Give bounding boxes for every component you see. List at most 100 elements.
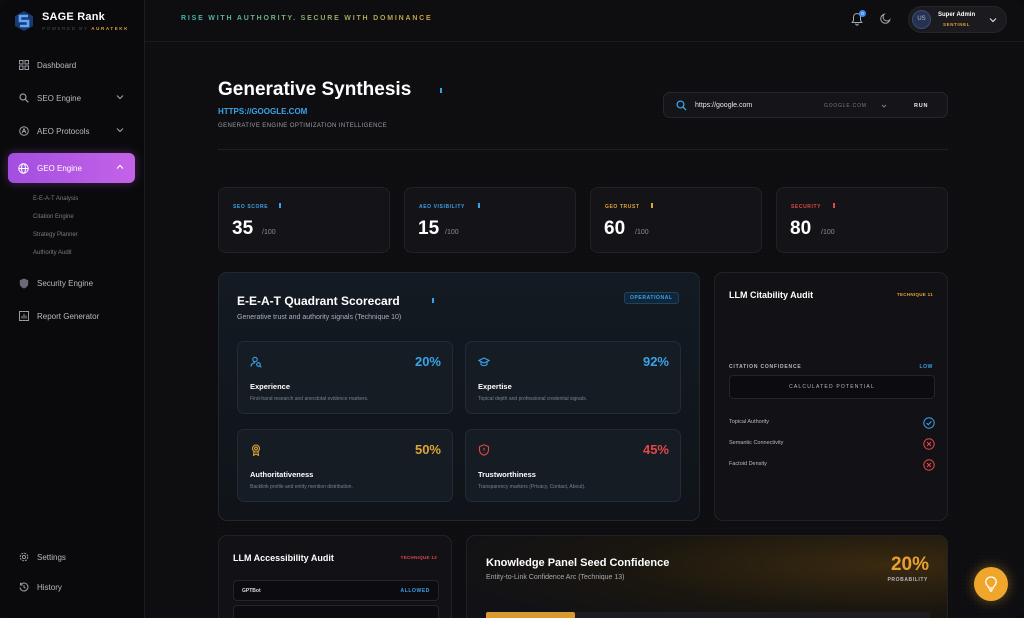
sidebar-item-label: History [37, 582, 62, 592]
kp-value-label: PROBABILITY [887, 577, 928, 583]
chart-icon [18, 311, 29, 322]
shield-icon [18, 278, 29, 289]
quadrant-title: Experience [250, 382, 291, 391]
stat-max: /100 [445, 229, 459, 236]
stat-label: AEO VISIBILITY [419, 204, 465, 210]
llm-citability-audit: LLM Citability Audit TECHNIQUE 11 CITATI… [714, 272, 948, 521]
stat-label: GEO TRUST [605, 204, 640, 210]
stat-max: /100 [821, 229, 835, 236]
quadrant-expertise[interactable]: 92% Expertise Topical depth and professi… [465, 341, 681, 414]
assistant-button[interactable] [974, 567, 1008, 601]
brand[interactable]: SAGE Rank POWERED BY AURATEKK [14, 10, 129, 32]
history-icon [18, 582, 29, 593]
search-input[interactable]: https://google.com [695, 102, 752, 109]
stat-card-geo[interactable]: GEO TRUST 60 /100 [590, 187, 762, 253]
target-url[interactable]: HTTPS://GOOGLE.COM [218, 107, 307, 116]
sidebar-item-seo-engine[interactable]: SEO Engine [8, 87, 135, 109]
check-circle-icon [923, 417, 935, 429]
quadrant-title: Trustworthiness [478, 470, 536, 479]
sidebar-item-label: Report Generator [37, 311, 100, 321]
vendor-name: AURATEKK [91, 26, 130, 31]
criterion-factoid-density: Factoid Density [729, 459, 935, 471]
sidebar-item-security-engine[interactable]: Security Engine [8, 272, 135, 294]
accessibility-title: LLM Accessibility Audit [233, 553, 334, 563]
chevron-down-icon[interactable] [881, 103, 887, 109]
engine-select[interactable]: GOOGLE.COM [824, 103, 867, 109]
quadrant-value: 50% [414, 442, 441, 457]
criterion-label: Semantic Connectivity [729, 440, 784, 446]
sidebar-item-label: SEO Engine [37, 93, 82, 103]
technique-badge: TECHNIQUE 11 [896, 292, 933, 297]
sidebar-item-report-generator[interactable]: Report Generator [8, 305, 135, 327]
sidebar-bottom: Settings History [8, 546, 135, 606]
chevron-down-icon [116, 95, 124, 100]
title-accent [432, 298, 434, 303]
sidebar-item-label: Settings [37, 552, 66, 562]
sage-logo-icon [15, 11, 33, 31]
user-menu[interactable]: US Super Admin SENTINEL [908, 6, 1007, 33]
shield-alert-icon [478, 444, 490, 456]
sidebar-item-dashboard[interactable]: Dashboard [8, 54, 135, 76]
sidebar-item-aeo-protocols[interactable]: AEO Protocols [8, 120, 135, 142]
run-button[interactable]: RUN [914, 103, 928, 109]
sidebar-nav: Dashboard SEO Engine AEO Protocols GEO E… [8, 54, 135, 338]
sidebar-item-settings[interactable]: Settings [8, 546, 135, 568]
divider [218, 149, 948, 150]
stat-card-security[interactable]: SECURITY 80 /100 [776, 187, 948, 253]
quadrant-trustworthiness[interactable]: 45% Trustworthiness Transparency markers… [465, 429, 681, 502]
sidebar-item-label: Security Engine [37, 278, 94, 288]
page-title: Generative Synthesis [218, 79, 412, 100]
search-icon [676, 100, 687, 111]
status-badge: OPERATIONAL [624, 292, 679, 304]
stat-value: 80 [790, 218, 812, 239]
bot-row: GPTBot ALLOWED [233, 580, 439, 601]
stat-value: 35 [232, 218, 254, 239]
quadrant-desc: Backlink profile and entity mention dist… [250, 484, 353, 490]
subnav-authority-audit[interactable]: Authority Audit [33, 244, 135, 262]
gear-icon [18, 552, 29, 563]
brand-powered-by: POWERED BY AURATEKK [42, 26, 129, 31]
grid-icon [18, 60, 29, 71]
main-content: Generative Synthesis HTTPS://GOOGLE.COM … [145, 42, 1024, 618]
criterion-semantic-connectivity: Semantic Connectivity [729, 438, 935, 450]
sidebar-item-history[interactable]: History [8, 576, 135, 598]
chevron-down-icon [116, 128, 124, 133]
user-role: SENTINEL [943, 22, 971, 27]
stat-accent [279, 203, 281, 208]
tagline: RISE WITH AUTHORITY. SECURE WITH DOMINAN… [181, 15, 433, 22]
quadrant-authoritativeness[interactable]: 50% Authoritativeness Backlink profile a… [237, 429, 453, 502]
subnav-strategy-planner[interactable]: Strategy Planner [33, 226, 135, 244]
bot-status: ALLOWED [400, 588, 430, 594]
bot-row [233, 605, 439, 618]
chevron-down-icon [989, 18, 997, 23]
subnav-eeat-analysis[interactable]: E-E-A-T Analysis [33, 190, 135, 208]
kp-value: 20% [890, 554, 929, 575]
stat-max: /100 [262, 229, 276, 236]
chevron-up-icon [116, 164, 124, 169]
confidence-value: LOW [919, 364, 933, 370]
stat-card-seo[interactable]: SEO SCORE 35 /100 [218, 187, 390, 253]
confidence-fill [486, 612, 575, 618]
geo-subnav: E-E-A-T Analysis Citation Engine Strateg… [33, 190, 135, 262]
criterion-label: Factoid Density [729, 461, 767, 467]
bot-name: GPTBot [242, 588, 261, 594]
stat-label: SECURITY [791, 204, 822, 210]
topbar: RISE WITH AUTHORITY. SECURE WITH DOMINAN… [145, 0, 1024, 42]
criterion-label: Topical Authority [729, 419, 770, 425]
sidebar-item-geo-engine[interactable]: GEO Engine [8, 153, 135, 183]
stat-value: 15 [418, 218, 440, 239]
x-circle-icon [923, 438, 935, 450]
quadrant-experience[interactable]: 20% Experience First-hand research and a… [237, 341, 453, 414]
subnav-citation-engine[interactable]: Citation Engine [33, 208, 135, 226]
eeat-description: Generative trust and authority signals (… [237, 314, 402, 321]
stat-accent [478, 203, 480, 208]
app-window: SAGE Rank POWERED BY AURATEKK Dashboard … [0, 0, 1024, 618]
lightbulb-icon [985, 576, 997, 592]
technique-badge: TECHNIQUE 12 [400, 555, 437, 560]
page-subtitle: GENERATIVE ENGINE OPTIMIZATION INTELLIGE… [218, 123, 387, 129]
criterion-topical-authority: Topical Authority [729, 417, 935, 429]
stat-card-aeo[interactable]: AEO VISIBILITY 15 /100 [404, 187, 576, 253]
stat-accent [833, 203, 835, 208]
quadrant-title: Expertise [478, 382, 512, 391]
moon-icon[interactable] [880, 12, 892, 24]
